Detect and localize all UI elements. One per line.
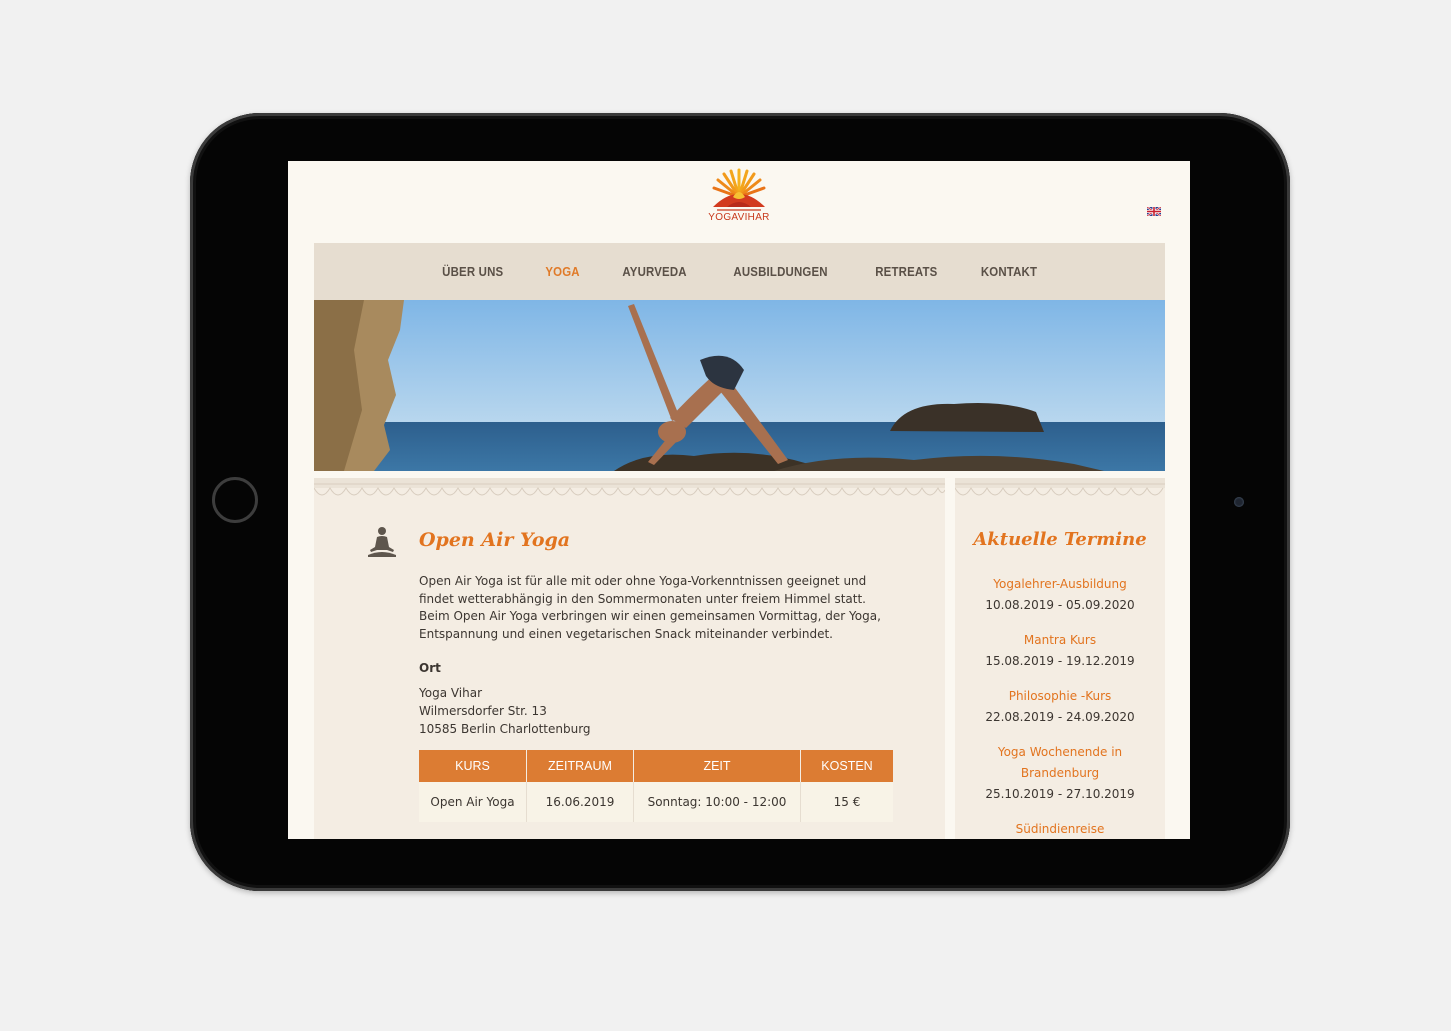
address-line: Yoga Vihar (419, 686, 483, 700)
yoga-beach-photo (314, 300, 1165, 471)
schedule-table: KURS ZEITRAUM ZEIT KOSTEN Open Air Yoga … (419, 750, 893, 822)
ornament-border (314, 478, 945, 496)
nav-item-yoga[interactable]: YOGA (546, 264, 580, 279)
event-date: 22.08.2019 - 24.09.2020 (985, 710, 1135, 724)
address-line: Wilmersdorfer Str. 13 (419, 704, 547, 718)
event-link[interactable]: Yogalehrer-Ausbildung (955, 574, 1165, 595)
event-link[interactable]: Philosophie -Kurs (955, 686, 1165, 707)
home-button[interactable] (212, 477, 258, 523)
event-link[interactable]: Mantra Kurs (955, 630, 1165, 651)
place-label: Ort (419, 661, 441, 675)
table-cell-kurs: Open Air Yoga (419, 782, 527, 822)
sun-logo-icon (712, 168, 766, 211)
intro-text: Open Air Yoga ist für alle mit oder ohne… (419, 574, 881, 641)
nav-item-ayurveda[interactable]: AYURVEDA (623, 264, 687, 279)
table-cell-zeitraum: 16.06.2019 (526, 782, 634, 822)
column-header-kurs: KURS (419, 750, 527, 782)
sidebar: Aktuelle Termine Yogalehrer-Ausbildung 1… (955, 478, 1165, 839)
nav-item-kontakt[interactable]: KONTAKT (981, 264, 1037, 279)
event-link[interactable]: Südindienreise (955, 819, 1165, 839)
meditation-icon (368, 527, 396, 557)
column-header-zeit: ZEIT (633, 750, 801, 782)
event-date: 10.08.2019 - 05.09.2020 (985, 598, 1135, 612)
site-header: YOGAVIHAR (288, 161, 1190, 243)
event-item: Philosophie -Kurs 22.08.2019 - 24.09.202… (955, 686, 1165, 728)
event-item: Yogalehrer-Ausbildung 10.08.2019 - 05.09… (955, 574, 1165, 616)
nav-item-ueber-uns[interactable]: ÜBER UNS (442, 264, 503, 279)
logo-text: YOGAVIHAR (708, 212, 770, 223)
column-header-kosten: KOSTEN (800, 750, 893, 782)
event-item: Südindienreise (955, 819, 1165, 839)
nav-item-retreats[interactable]: RETREATS (875, 264, 937, 279)
nav-item-ausbildungen[interactable]: AUSBILDUNGEN (734, 264, 828, 279)
ornament-border (955, 478, 1165, 496)
table-cell-zeit: Sonntag: 10:00 - 12:00 (633, 782, 801, 822)
sidebar-title: Aktuelle Termine (973, 529, 1147, 550)
main-nav: ÜBER UNS YOGA AYURVEDA AUSBILDUNGEN RETR… (314, 243, 1165, 300)
hero-image (314, 300, 1165, 471)
column-header-zeitraum: ZEITRAUM (526, 750, 634, 782)
address-line: 10585 Berlin Charlottenburg (419, 722, 591, 736)
event-link[interactable]: Yoga Wochenende in Brandenburg (955, 742, 1165, 784)
camera-icon (1234, 497, 1244, 507)
page-title: Open Air Yoga (419, 529, 571, 551)
event-date: 25.10.2019 - 27.10.2019 (985, 787, 1135, 801)
main-content: Open Air Yoga Open Air Yoga ist für alle… (314, 478, 945, 839)
uk-flag-icon[interactable] (1147, 207, 1161, 216)
event-date: 15.08.2019 - 19.12.2019 (985, 654, 1135, 668)
address: Yoga Vihar Wilmersdorfer Str. 13 10585 B… (419, 684, 591, 738)
event-item: Yoga Wochenende in Brandenburg 25.10.201… (955, 742, 1165, 805)
screen: YOGAVIHAR ÜBER UNS YOGA AYURVEDA AUSBILD… (288, 161, 1190, 839)
logo[interactable]: YOGAVIHAR (702, 167, 776, 231)
column-divider (945, 471, 955, 839)
table-cell-kosten: 15 € (800, 782, 893, 822)
table-header-row: KURS ZEITRAUM ZEIT KOSTEN (419, 750, 893, 782)
table-row: Open Air Yoga 16.06.2019 Sonntag: 10:00 … (419, 782, 893, 822)
event-item: Mantra Kurs 15.08.2019 - 19.12.2019 (955, 630, 1165, 672)
event-list: Yogalehrer-Ausbildung 10.08.2019 - 05.09… (955, 574, 1165, 839)
